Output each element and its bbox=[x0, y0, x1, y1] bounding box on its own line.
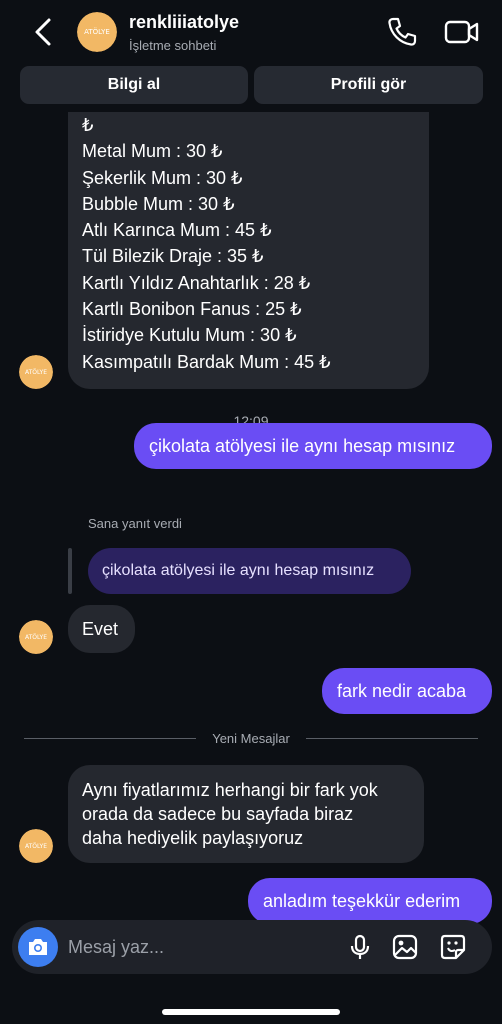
replied-message-quote[interactable]: çikolata atölyesi ile aynı hesap mısınız bbox=[88, 548, 411, 594]
contact-name[interactable]: renkliiiatolye bbox=[129, 12, 239, 33]
home-indicator bbox=[162, 1009, 340, 1015]
camera-button[interactable] bbox=[18, 927, 58, 967]
camera-icon bbox=[29, 939, 47, 955]
contact-subtitle: İşletme sohbeti bbox=[129, 38, 217, 53]
sent-message[interactable]: anladım teşekkür ederim bbox=[248, 878, 492, 924]
list-line: Atlı Karınca Mum : 45 ₺ bbox=[82, 220, 272, 241]
list-line: Kartlı Bonibon Fanus : 25 ₺ bbox=[82, 299, 302, 320]
chat-header: ATÖLYE renkliiiatolye İşletme sohbeti bbox=[0, 0, 502, 62]
sent-message[interactable]: fark nedir acaba bbox=[322, 668, 492, 714]
message-input[interactable]: Mesaj yaz... bbox=[68, 920, 164, 974]
message-line: daha hediyelik paylaşıyoruz bbox=[82, 828, 304, 848]
list-line: ₺ bbox=[82, 115, 94, 135]
list-line: Şekerlik Mum : 30 ₺ bbox=[82, 167, 243, 188]
sticker-icon[interactable] bbox=[439, 933, 467, 961]
message-composer: Mesaj yaz... bbox=[12, 920, 492, 974]
sent-message[interactable]: çikolata atölyesi ile aynı hesap mısınız bbox=[134, 423, 492, 469]
list-line: Kartlı Yıldız Anahtarlık : 28 ₺ bbox=[82, 272, 311, 293]
avatar[interactable]: ATÖLYE bbox=[19, 620, 53, 654]
view-profile-button[interactable]: Profili gör bbox=[254, 66, 483, 104]
phone-icon[interactable] bbox=[386, 16, 418, 48]
divider-line bbox=[306, 738, 478, 739]
svg-text:ATÖLYE: ATÖLYE bbox=[25, 843, 47, 850]
microphone-icon[interactable] bbox=[346, 933, 374, 961]
avatar[interactable]: ATÖLYE bbox=[77, 12, 117, 52]
message-line: orada da sadece bu sayfada biraz bbox=[82, 804, 354, 824]
avatar[interactable]: ATÖLYE bbox=[19, 829, 53, 863]
message-line: Aynı fiyatlarımız herhangi bir fark yok bbox=[82, 780, 378, 800]
info-button[interactable]: Bilgi al bbox=[20, 66, 248, 104]
back-arrow-icon[interactable] bbox=[30, 16, 56, 48]
reply-indicator-bar bbox=[68, 548, 72, 594]
reply-label: Sana yanıt verdi bbox=[88, 516, 182, 531]
list-line: Tül Bilezik Draje : 35 ₺ bbox=[82, 246, 264, 267]
svg-text:ATÖLYE: ATÖLYE bbox=[25, 634, 47, 641]
list-line: Kasımpatılı Bardak Mum : 45 ₺ bbox=[82, 351, 331, 372]
video-camera-icon[interactable] bbox=[444, 16, 480, 48]
list-line: Metal Mum : 30 ₺ bbox=[82, 141, 223, 162]
received-message[interactable]: Aynı fiyatlarımız herhangi bir fark yok … bbox=[68, 765, 424, 863]
price-list-message[interactable]: ₺ Metal Mum : 30 ₺ Şekerlik Mum : 30 ₺ B… bbox=[68, 112, 429, 389]
avatar[interactable]: ATÖLYE bbox=[19, 355, 53, 389]
received-message[interactable]: Evet bbox=[68, 605, 135, 653]
gallery-icon[interactable] bbox=[391, 933, 419, 961]
svg-text:ATÖLYE: ATÖLYE bbox=[84, 27, 110, 36]
list-line: İstiridye Kutulu Mum : 30 ₺ bbox=[82, 325, 297, 346]
list-line: Bubble Mum : 30 ₺ bbox=[82, 193, 235, 214]
svg-text:ATÖLYE: ATÖLYE bbox=[25, 369, 47, 376]
